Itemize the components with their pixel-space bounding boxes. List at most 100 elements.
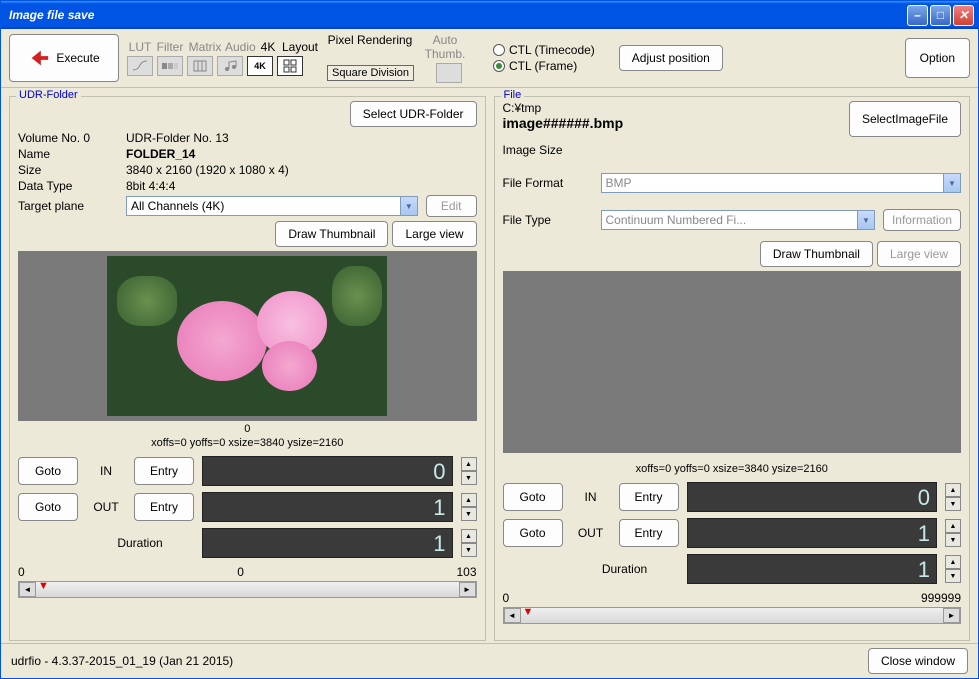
in-spin-down-right[interactable]: ▼ (945, 497, 961, 511)
layout-icon[interactable] (277, 56, 303, 76)
timeline-scrollbar-right[interactable]: ◄ ▼ ► (503, 607, 962, 624)
file-type-combo: Continuum Numbered Fi... ▼ (601, 210, 875, 230)
image-size-label: Image Size (503, 143, 593, 157)
thumbnail-image (107, 256, 387, 416)
draw-thumbnail-button-right[interactable]: Draw Thumbnail (760, 241, 873, 267)
preview-area (18, 251, 477, 421)
folder-no: UDR-Folder No. 13 (126, 131, 477, 145)
goto-in-button-right[interactable]: Goto (503, 483, 563, 511)
out-spin-up[interactable]: ▲ (461, 493, 477, 507)
in-label: IN (86, 464, 126, 478)
scroll-left-icon[interactable]: ◄ (504, 608, 521, 623)
out-value-right[interactable]: 1 (687, 518, 938, 548)
entry-in-button[interactable]: Entry (134, 457, 194, 485)
in-value-right[interactable]: 0 (687, 482, 938, 512)
out-spin-down[interactable]: ▼ (461, 507, 477, 521)
maximize-button[interactable]: □ (930, 5, 951, 26)
duration-value[interactable]: 1 (202, 528, 453, 558)
target-plane-combo[interactable]: All Channels (4K) ▼ (126, 196, 418, 216)
file-type-label: File Type (503, 213, 593, 227)
edit-button: Edit (426, 195, 477, 217)
file-path: C:¥tmp (503, 101, 624, 115)
timeline-scrollbar[interactable]: ◄ ▼ ► (18, 581, 477, 598)
name-value: FOLDER_14 (126, 147, 477, 161)
adjust-position-button[interactable]: Adjust position (619, 45, 723, 71)
execute-arrow-icon (28, 47, 50, 69)
execute-button[interactable]: Execute (9, 34, 119, 82)
udr-folder-panel: UDR-Folder Select UDR-Folder Volume No. … (9, 96, 486, 641)
chevron-down-icon: ▼ (943, 174, 960, 192)
large-view-button[interactable]: Large view (392, 221, 476, 247)
minimize-button[interactable]: – (907, 5, 928, 26)
volume-label: Volume No. 0 (18, 131, 118, 145)
audio-icon[interactable] (217, 56, 243, 76)
scroll-left-icon[interactable]: ◄ (19, 582, 36, 597)
draw-thumbnail-button[interactable]: Draw Thumbnail (275, 221, 388, 247)
ctl-timecode-radio[interactable]: CTL (Timecode) (493, 43, 595, 57)
audio-label: Audio (225, 40, 255, 54)
in-spin-up[interactable]: ▲ (461, 457, 477, 471)
in-label-right: IN (571, 490, 611, 504)
entry-out-button-right[interactable]: Entry (619, 519, 679, 547)
goto-out-button[interactable]: Goto (18, 493, 78, 521)
in-value[interactable]: 0 (202, 456, 453, 486)
ctl-frame-label: CTL (Frame) (509, 59, 577, 73)
select-image-file-button[interactable]: SelectImageFile (849, 101, 961, 137)
file-format-combo: BMP ▼ (601, 173, 962, 193)
file-type-value: Continuum Numbered Fi... (602, 211, 857, 229)
in-marker-icon[interactable]: ▼ (38, 580, 49, 592)
close-button[interactable]: ✕ (953, 5, 974, 26)
close-window-button[interactable]: Close window (868, 648, 968, 674)
datatype-label: Data Type (18, 179, 118, 193)
scroll-right-icon[interactable]: ► (943, 608, 960, 623)
offset-text: xoffs=0 yoffs=0 xsize=3840 ysize=2160 (18, 437, 477, 449)
lut-label: LUT (127, 40, 153, 54)
ctl-frame-radio[interactable]: CTL (Frame) (493, 59, 595, 73)
dur-spin-down[interactable]: ▼ (461, 543, 477, 557)
in-spin-down[interactable]: ▼ (461, 471, 477, 485)
matrix-label: Matrix (187, 40, 223, 54)
offset-text-right: xoffs=0 yoffs=0 xsize=3840 ysize=2160 (503, 463, 962, 475)
square-division-button[interactable]: Square Division (327, 65, 414, 81)
entry-in-button-right[interactable]: Entry (619, 483, 679, 511)
window-title: Image file save (5, 8, 907, 22)
duration-label: Duration (86, 536, 194, 550)
execute-label: Execute (56, 51, 99, 65)
select-udr-folder-button[interactable]: Select UDR-Folder (350, 101, 477, 127)
layout-label: Layout (281, 40, 319, 54)
lut-icon[interactable] (127, 56, 153, 76)
name-label: Name (18, 147, 118, 161)
matrix-icon[interactable] (187, 56, 213, 76)
scroll-right-icon[interactable]: ► (459, 582, 476, 597)
slider-start-right: 0 (503, 591, 510, 605)
filter-icon[interactable] (157, 56, 183, 76)
4k-icon[interactable]: 4K (247, 56, 273, 76)
file-legend: File (501, 89, 525, 101)
chevron-down-icon: ▼ (400, 197, 417, 215)
slider-mid: 0 (237, 565, 244, 579)
goto-in-button[interactable]: Goto (18, 457, 78, 485)
duration-value-right[interactable]: 1 (687, 554, 938, 584)
file-panel: File C:¥tmp image######.bmp SelectImageF… (494, 96, 971, 641)
udr-legend: UDR-Folder (16, 89, 81, 101)
entry-out-button[interactable]: Entry (134, 493, 194, 521)
out-label-right: OUT (571, 526, 611, 540)
option-button[interactable]: Option (905, 38, 970, 78)
goto-out-button-right[interactable]: Goto (503, 519, 563, 547)
file-format-label: File Format (503, 176, 593, 190)
dur-spin-down-right[interactable]: ▼ (945, 569, 961, 583)
out-value[interactable]: 1 (202, 492, 453, 522)
out-spin-up-right[interactable]: ▲ (945, 519, 961, 533)
auto-thumb-icon[interactable] (436, 63, 462, 83)
file-name: image######.bmp (503, 115, 624, 131)
in-spin-up-right[interactable]: ▲ (945, 483, 961, 497)
out-spin-down-right[interactable]: ▼ (945, 533, 961, 547)
dur-spin-up-right[interactable]: ▲ (945, 555, 961, 569)
slider-end-right: 999999 (921, 591, 961, 605)
size-label: Size (18, 163, 118, 177)
target-plane-label: Target plane (18, 199, 118, 213)
dur-spin-up[interactable]: ▲ (461, 529, 477, 543)
in-marker-icon[interactable]: ▼ (523, 606, 534, 618)
large-view-button-right: Large view (877, 241, 961, 267)
chevron-down-icon: ▼ (857, 211, 874, 229)
